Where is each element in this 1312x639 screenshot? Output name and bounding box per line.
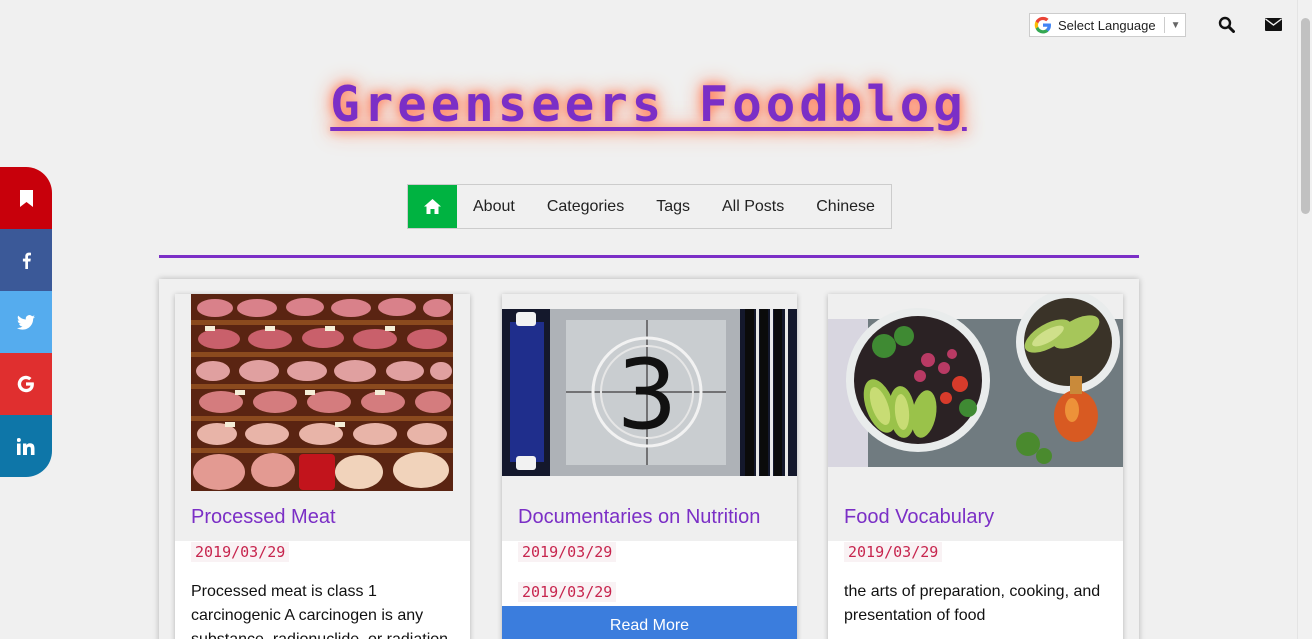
nav-item-categories[interactable]: Categories xyxy=(531,185,640,228)
nav-item-all-posts[interactable]: All Posts xyxy=(706,185,800,228)
language-label: Select Language xyxy=(1058,17,1156,33)
linkedin-share-button[interactable] xyxy=(0,415,52,477)
divider xyxy=(1163,17,1165,33)
nav-item-about[interactable]: About xyxy=(457,185,531,228)
scrollbar[interactable] xyxy=(1297,0,1312,639)
dropdown-arrow-icon: ▼ xyxy=(1170,19,1181,31)
post-image[interactable] xyxy=(828,294,1123,541)
social-share-bar xyxy=(0,167,52,477)
post-card[interactable]: 3 Documentaries on Nutrition 2019/03/29 … xyxy=(502,294,797,639)
home-icon xyxy=(424,199,441,214)
posts-panel: Processed Meat 2019/03/29 Processed meat… xyxy=(159,279,1139,639)
header-divider xyxy=(159,255,1139,258)
post-title[interactable]: Food Vocabulary xyxy=(844,506,994,529)
nav-item-chinese[interactable]: Chinese xyxy=(800,185,891,228)
language-selector[interactable]: Select Language ▼ xyxy=(1029,13,1186,37)
post-date: 2019/03/29 xyxy=(191,542,290,562)
bookmark-button[interactable] xyxy=(0,167,52,229)
google-logo-icon xyxy=(1034,16,1051,34)
envelope-icon[interactable] xyxy=(1263,14,1283,34)
google-icon xyxy=(17,375,34,393)
post-title[interactable]: Documentaries on Nutrition xyxy=(518,506,760,529)
twitter-share-button[interactable] xyxy=(0,291,52,353)
linkedin-icon xyxy=(17,437,35,455)
nav-home-button[interactable] xyxy=(408,185,457,228)
svg-text:3: 3 xyxy=(616,339,677,451)
facebook-icon xyxy=(22,252,31,269)
nav-item-tags[interactable]: Tags xyxy=(640,185,706,228)
facebook-share-button[interactable] xyxy=(0,229,52,291)
post-title[interactable]: Processed Meat xyxy=(191,506,336,529)
post-excerpt: the arts of preparation, cooking, and pr… xyxy=(844,583,1101,624)
post-date: 2019/03/29 xyxy=(518,542,617,562)
post-image[interactable] xyxy=(175,294,470,541)
read-more-button[interactable]: Read More xyxy=(502,606,797,639)
main-nav: About Categories Tags All Posts Chinese xyxy=(407,184,892,229)
post-date: 2019/03/29 xyxy=(518,582,617,602)
site-title[interactable]: Greenseers Foodblog xyxy=(0,76,1297,133)
post-image[interactable]: 3 xyxy=(502,294,797,541)
google-share-button[interactable] xyxy=(0,353,52,415)
scrollbar-thumb[interactable] xyxy=(1301,18,1310,214)
twitter-icon xyxy=(17,314,35,330)
post-card[interactable]: Food Vocabulary 2019/03/29 the arts of p… xyxy=(828,294,1123,639)
search-icon[interactable] xyxy=(1216,14,1236,34)
post-date: 2019/03/29 xyxy=(844,542,943,562)
bookmark-icon xyxy=(19,189,33,207)
post-excerpt: Processed meat is class 1 carcinogenic A… xyxy=(191,583,448,639)
post-card[interactable]: Processed Meat 2019/03/29 Processed meat… xyxy=(175,294,470,639)
